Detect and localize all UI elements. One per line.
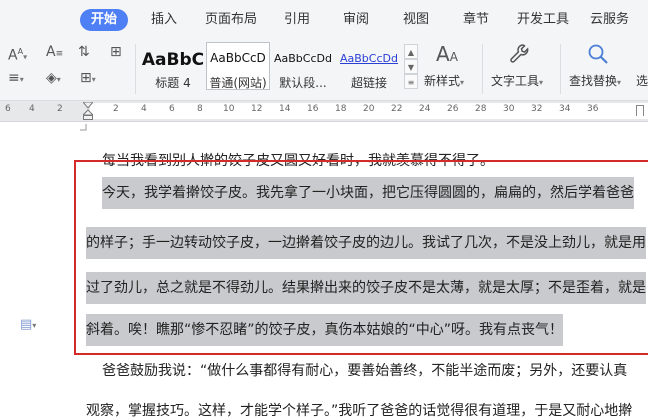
ruler-number: 14 — [279, 104, 291, 114]
ruler-number: 2 — [57, 104, 63, 114]
ruler-number: 18 — [335, 104, 347, 114]
ruler-number: 8 — [197, 104, 203, 114]
ruler-number: 10 — [223, 104, 235, 114]
style-default-paragraph[interactable]: AaBbCcDd 默认段... — [270, 42, 336, 90]
text-tools-label: 文字工具 — [491, 74, 540, 88]
border-icon[interactable]: ⊞▾ — [80, 70, 96, 88]
ribbon-divider — [482, 44, 483, 94]
text-tools-button[interactable]: 文字工具▾ — [491, 72, 543, 89]
ribbon-tab-bar: 开始 插入 页面布局 引用 审阅 视图 章节 开发工具 云服务 — [0, 0, 648, 38]
select-button[interactable]: 选 — [636, 72, 648, 89]
ruler-number: 6 — [169, 104, 175, 114]
tab-insert[interactable]: 插入 — [151, 10, 177, 30]
ribbon-divider — [135, 44, 136, 94]
gallery-up-icon[interactable]: ▲ — [404, 44, 418, 59]
ruler-number: 6 — [5, 104, 11, 114]
tab-cloud-service[interactable]: 云服务 — [590, 10, 629, 30]
style-normal-web[interactable]: AaBbCcD 普通(网站) — [206, 42, 270, 90]
fill-color-icon[interactable]: ◈▾ — [46, 70, 61, 88]
right-indent-marker-icon[interactable] — [636, 105, 644, 116]
tab-page-layout[interactable]: 页面布局 — [205, 10, 257, 30]
ruler-number: 24 — [419, 104, 431, 114]
find-replace-button[interactable]: 查找替换▾ — [569, 72, 621, 89]
tab-review[interactable]: 审阅 — [343, 10, 369, 30]
wrench-icon[interactable] — [506, 42, 534, 72]
ruler-number: 12 — [251, 104, 263, 114]
style-sample: AaBbCcD — [210, 51, 266, 65]
style-sample: AaBbCcDd — [274, 52, 332, 65]
style-sample: AaBbCcDd — [340, 52, 398, 65]
tab-references[interactable]: 引用 — [284, 10, 310, 30]
ruler-number: 36 — [587, 104, 599, 114]
style-hyperlink[interactable]: AaBbCcDd 超链接 — [336, 42, 402, 90]
paragraph-shading-icon[interactable]: A≡ — [46, 44, 63, 62]
style-label: 超链接 — [350, 76, 387, 90]
tab-home[interactable]: 开始 — [80, 9, 129, 31]
ruler-number: 28 — [475, 104, 487, 114]
margin-corner-mark — [80, 124, 87, 131]
document-text-line: 爸爸鼓励我说：“做什么事都得有耐心，要善始善终，不能半途而废；另外，还要认真 — [102, 363, 628, 379]
table-grid-icon[interactable]: ⊞ — [110, 44, 122, 60]
style-label: 默认段... — [279, 76, 327, 90]
style-label: 普通(网站) — [209, 76, 267, 90]
ruler-number: 4 — [29, 104, 35, 114]
style-label: 标题 4 — [155, 76, 191, 90]
ruler-number: 32 — [531, 104, 543, 114]
style-heading4[interactable]: AaBbC 标题 4 — [140, 42, 206, 90]
red-annotation-box — [74, 160, 648, 355]
format-painter-icon[interactable]: ≡▾ — [8, 70, 24, 88]
ribbon-divider — [560, 44, 561, 94]
sort-icon[interactable]: ⇅ — [78, 44, 90, 60]
search-icon[interactable] — [584, 42, 612, 72]
ruler-number: 16 — [307, 104, 319, 114]
tab-view[interactable]: 视图 — [403, 10, 429, 30]
tab-chapter[interactable]: 章节 — [463, 10, 489, 30]
document-text-line: 观察，掌握技巧。这样，才能学个样子。”我听了爸爸的话觉得很有道理，于是又耐心地擀 — [86, 403, 633, 419]
ruler-number: 2 — [113, 104, 119, 114]
ruler-number: 34 — [559, 104, 571, 114]
ribbon-toolbar: AA▾ A≡ ⇅ ⊞ ≡▾ ◈▾ ⊞▾ AaBbC 标题 4 AaBbCcD 普… — [0, 38, 648, 101]
gallery-expand-icon[interactable]: ≡ — [404, 74, 418, 89]
ruler-number: 4 — [141, 104, 147, 114]
style-sample: AaBbC — [141, 50, 205, 70]
new-style-icon[interactable]: AA — [430, 42, 464, 66]
gallery-down-icon[interactable]: ▼ — [404, 59, 418, 74]
ruler-number: 20 — [363, 104, 375, 114]
new-style-button[interactable]: 新样式▾ — [424, 72, 464, 89]
ruler-number: 30 — [503, 104, 515, 114]
font-size-icon[interactable]: AA▾ — [8, 44, 27, 66]
document-icon[interactable]: ▤▾ — [20, 317, 36, 332]
indent-marker-icon[interactable] — [83, 102, 93, 120]
ruler-number: 22 — [391, 104, 403, 114]
new-style-label: 新样式 — [424, 74, 461, 88]
document-page[interactable]: 每当我看到别人擀的饺子皮又圆又好看时，我就羡慕得不得了。 今天，我学着擀饺子皮。… — [0, 122, 648, 419]
find-replace-label: 查找替换 — [569, 74, 618, 88]
tab-developer[interactable]: 开发工具 — [517, 10, 569, 30]
horizontal-ruler[interactable]: 6 4 2 2 4 6 8 10 12 14 16 18 20 22 24 26… — [0, 101, 648, 122]
ruler-number: 26 — [447, 104, 459, 114]
